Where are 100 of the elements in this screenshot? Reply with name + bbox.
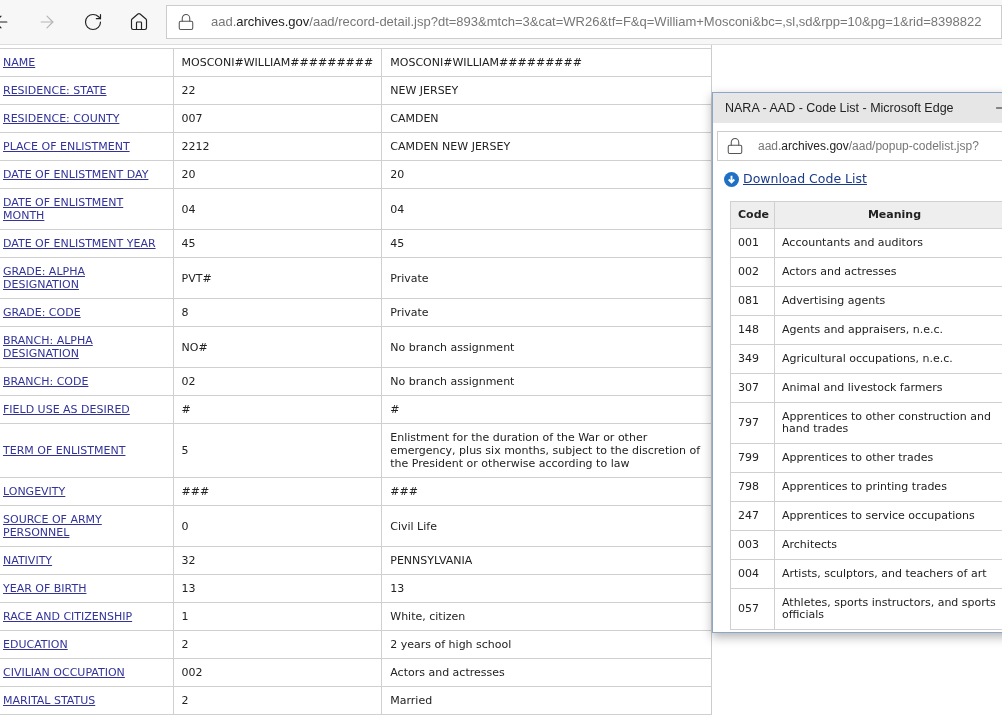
table-cell: Agricultural occupations, n.e.c. bbox=[782, 351, 953, 365]
table-cell: 057 bbox=[738, 601, 759, 615]
table-cell: No branch assignment bbox=[390, 340, 515, 354]
field-name-link[interactable]: GRADE: CODE bbox=[3, 306, 81, 319]
table-cell: Apprentices to printing trades bbox=[782, 479, 947, 493]
table-cell: 003 bbox=[738, 537, 759, 551]
lock-icon bbox=[177, 13, 195, 31]
window-title: NARA - AAD - Code List - Microsoft Edge bbox=[725, 99, 954, 117]
table-cell: 2212 bbox=[181, 140, 210, 153]
lock-icon bbox=[726, 137, 744, 155]
table-cell: 307 bbox=[738, 380, 759, 394]
table-cell: 04 bbox=[181, 202, 196, 216]
table-cell: 45 bbox=[390, 237, 405, 250]
table-cell: 148 bbox=[738, 322, 759, 336]
table-cell: 1 bbox=[181, 610, 189, 623]
table-cell: MOSCONI#WILLIAM######### bbox=[390, 56, 582, 69]
home-icon bbox=[129, 12, 149, 32]
table-cell: 20 bbox=[390, 168, 405, 181]
field-name-link[interactable]: EDUCATION bbox=[3, 638, 68, 651]
field-name-link[interactable]: RACE AND CITIZENSHIP bbox=[3, 610, 133, 623]
table-cell: Agents and appraisers, n.e.c. bbox=[782, 322, 944, 336]
table-cell: Actors and actresses bbox=[390, 666, 505, 679]
field-name-link[interactable]: BRANCH: CODE bbox=[3, 375, 89, 388]
table-cell: CAMDEN bbox=[390, 112, 439, 125]
table-cell: 13 bbox=[181, 582, 196, 595]
table-cell: Enlistment for the duration of the War or other emergency, plus six months, subject to the discretion of the President or otherwise according to law bbox=[390, 431, 701, 470]
url-text: aad.archives.gov/aad/popup-codelist.jsp? bbox=[758, 138, 979, 155]
download-link[interactable]: Download Code List bbox=[743, 170, 867, 189]
table-cell: Actors and actresses bbox=[782, 264, 897, 278]
table-cell: ### bbox=[181, 485, 210, 498]
table-cell: 798 bbox=[738, 479, 759, 493]
address-bar[interactable]: aad.archives.gov/aad/popup-codelist.jsp? bbox=[717, 131, 1002, 161]
table-cell: ### bbox=[390, 485, 418, 498]
field-name-link[interactable]: LONGEVITY bbox=[3, 485, 66, 498]
field-name-link[interactable]: RESIDENCE: STATE bbox=[3, 84, 107, 97]
field-name-link[interactable]: RESIDENCE: COUNTY bbox=[3, 112, 120, 125]
table-cell: Athletes, sports instructors, and sports officials bbox=[782, 595, 996, 621]
table-cell: Accountants and auditors bbox=[782, 235, 923, 249]
table-cell: 002 bbox=[738, 264, 759, 278]
table-cell: # bbox=[390, 403, 400, 416]
table-cell: Advertising agents bbox=[782, 293, 886, 307]
table-cell: 20 bbox=[181, 168, 196, 181]
table-cell: 0 bbox=[181, 519, 189, 533]
table-cell: 02 bbox=[181, 375, 196, 388]
field-name-link[interactable]: MARITAL STATUS bbox=[3, 694, 96, 707]
table-cell: PENNSYLVANIA bbox=[390, 554, 473, 567]
download-icon bbox=[724, 171, 739, 187]
table-cell: NEW JERSEY bbox=[390, 84, 459, 97]
field-name-link[interactable]: PLACE OF ENLISTMENT bbox=[3, 140, 130, 153]
table-cell: 2 bbox=[181, 638, 189, 651]
address-bar[interactable]: aad.archives.gov/aad/record-detail.jsp?dt=893&mtch=3&cat=WR26&tf=F&q=William+Mosconi&bc=,sl,sd&rpp=10&pg=1&rid=8398822 bbox=[166, 5, 1002, 39]
table-cell: Apprentices to other trades bbox=[782, 450, 934, 464]
column-header: Code bbox=[730, 201, 775, 229]
table-cell: Civil Life bbox=[390, 519, 437, 533]
table-cell: 22 bbox=[181, 84, 196, 97]
field-name-link[interactable]: NAME bbox=[3, 56, 36, 69]
table-cell: Married bbox=[390, 694, 433, 707]
table-cell: MOSCONI#WILLIAM######### bbox=[181, 56, 374, 69]
field-name-link[interactable]: NATIVITY bbox=[3, 554, 53, 567]
field-name-link[interactable]: SOURCE OF ARMY PERSONNEL bbox=[3, 513, 163, 539]
table-cell: 007 bbox=[181, 112, 203, 125]
table-cell: 8 bbox=[181, 306, 189, 319]
url-text: aad.archives.gov/aad/record-detail.jsp?dt=893&mtch=3&cat=WR26&tf=F&q=William+Mosconi&bc=,sl,sd&rpp=10&pg=1&rid=8398822 bbox=[211, 13, 982, 32]
table-cell: Private bbox=[390, 306, 429, 319]
table-cell: # bbox=[181, 403, 191, 416]
table-cell: Animal and livestock farmers bbox=[782, 380, 943, 394]
field-name-link[interactable]: GRADE: ALPHA DESIGNATION bbox=[3, 265, 163, 291]
field-name-link[interactable]: DATE OF ENLISTMENT DAY bbox=[3, 168, 149, 181]
table-cell: Architects bbox=[782, 537, 838, 551]
table-cell: 349 bbox=[738, 351, 759, 365]
table-cell: 081 bbox=[738, 293, 759, 307]
field-name-link[interactable]: YEAR OF BIRTH bbox=[3, 582, 87, 595]
table-cell: White, citizen bbox=[390, 610, 466, 623]
column-header: Meaning bbox=[774, 201, 1002, 229]
table-cell: NO# bbox=[181, 340, 208, 354]
table-cell: 32 bbox=[181, 554, 196, 567]
table-cell: Artists, sculptors, and teachers of art bbox=[782, 566, 987, 580]
field-name-link[interactable]: DATE OF ENLISTMENT YEAR bbox=[3, 237, 156, 250]
table-cell: 002 bbox=[181, 666, 203, 679]
table-cell: No branch assignment bbox=[390, 375, 515, 388]
table-cell: 5 bbox=[181, 444, 189, 457]
table-cell: 2 bbox=[181, 694, 189, 707]
table-cell: PVT# bbox=[181, 271, 212, 285]
table-cell: 04 bbox=[390, 202, 405, 216]
table-cell: CAMDEN NEW JERSEY bbox=[390, 140, 511, 153]
field-name-link[interactable]: TERM OF ENLISTMENT bbox=[3, 444, 126, 457]
table-cell: 004 bbox=[738, 566, 759, 580]
field-name-link[interactable]: CIVILIAN OCCUPATION bbox=[3, 666, 125, 679]
table-cell: 797 bbox=[738, 415, 759, 429]
table-cell: 13 bbox=[390, 582, 405, 595]
table-cell: Apprentices to other construction and hand trades bbox=[782, 409, 991, 435]
table-cell: Apprentices to service occupations bbox=[782, 508, 975, 522]
table-cell: 2 years of high school bbox=[390, 638, 512, 651]
table-cell: 247 bbox=[738, 508, 759, 522]
field-name-link[interactable]: FIELD USE AS DESIRED bbox=[3, 403, 130, 416]
table-cell: 001 bbox=[738, 235, 759, 249]
field-name-link[interactable]: BRANCH: ALPHA DESIGNATION bbox=[3, 334, 163, 360]
table-cell: Private bbox=[390, 271, 429, 285]
field-name-link[interactable]: DATE OF ENLISTMENT MONTH bbox=[3, 196, 163, 222]
refresh-icon bbox=[83, 12, 103, 32]
